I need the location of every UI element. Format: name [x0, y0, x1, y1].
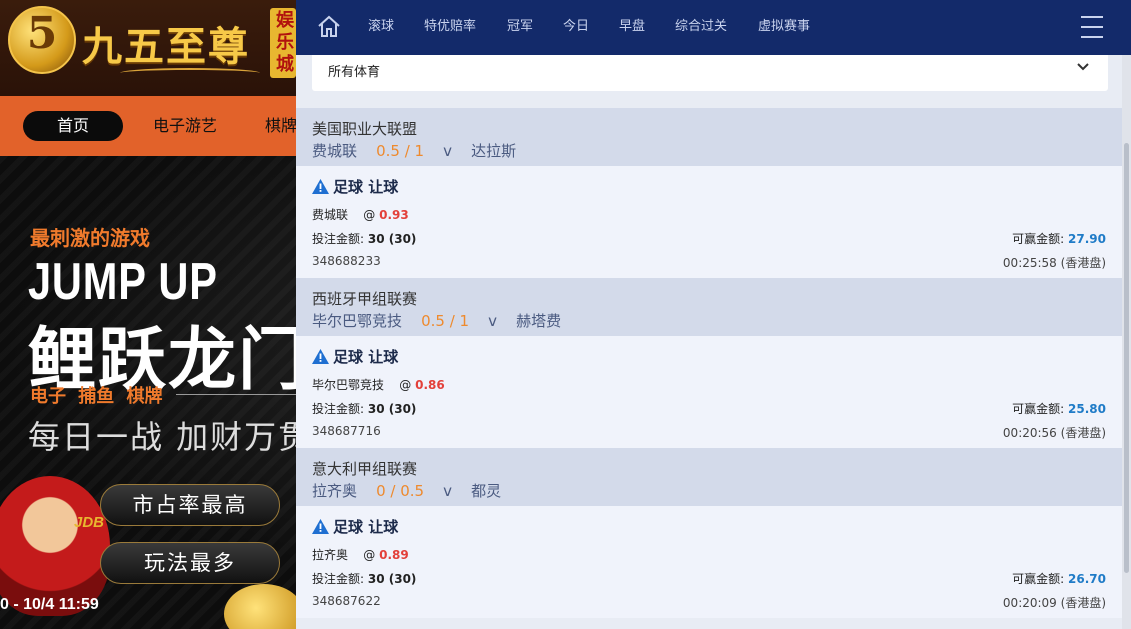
home-team: 毕尔巴鄂竞技	[312, 312, 403, 330]
win-amount: 可赢金额: 27.90	[1012, 232, 1106, 246]
away-team: 赫塔费	[516, 312, 562, 330]
home-team: 费城联	[312, 142, 358, 160]
win-amount: 可赢金额: 26.70	[1012, 572, 1106, 586]
home-team: 拉齐奥	[312, 482, 358, 500]
match-line: 毕尔巴鄂竞技 0.5 / 1 v 赫塔费	[312, 310, 561, 331]
bet-list-scrollbar[interactable]	[1122, 55, 1131, 629]
logo-text: 九五至尊	[82, 23, 250, 70]
handicap: 0.5 / 1	[376, 142, 425, 160]
banner-pill-market-share: 市占率最高	[100, 484, 280, 526]
panel-topbar: 滚球 特优赔率 冠军 今日 早盘 综合过关 虚拟赛事	[296, 0, 1131, 55]
versus: v	[443, 482, 453, 500]
stake-amount: 投注金额: 30 (30)	[312, 402, 417, 416]
banner-date: 0 - 10/4 11:59	[0, 596, 99, 613]
stake-amount: 投注金额: 30 (30)	[312, 572, 417, 586]
sport-filter-value: 所有体育	[328, 65, 381, 80]
bet-item: 意大利甲组联赛 拉齐奥 0 / 0.5 v 都灵 足球 让球 拉齐奥 @ 0.8…	[296, 448, 1122, 618]
bet-pick: 费城联 @ 0.93	[312, 208, 409, 222]
scrollbar-thumb[interactable]	[1124, 143, 1129, 573]
logo-badge-icon: 5	[8, 6, 76, 74]
home-icon[interactable]	[316, 14, 342, 40]
bet-details: 足球 让球 费城联 @ 0.93 投注金额: 30 (30) 可赢金额: 27.…	[296, 166, 1122, 278]
bet-time: 00:20:56 (香港盘)	[1002, 426, 1106, 440]
win-amount: 可赢金额: 25.80	[1012, 402, 1106, 416]
banner-categories: 电子 捕鱼 棋牌	[30, 386, 163, 407]
versus: v	[443, 142, 453, 160]
sport-filter-select[interactable]: 所有体育	[312, 55, 1108, 91]
chevron-down-icon	[1076, 59, 1090, 73]
bet-reference: 348687622	[312, 594, 381, 608]
odds-value: 0.89	[379, 548, 409, 562]
match-line: 拉齐奥 0 / 0.5 v 都灵	[312, 480, 501, 501]
warning-icon	[312, 349, 329, 364]
banner-slogan: 最刺激的游戏	[30, 226, 150, 250]
tab-today[interactable]: 今日	[563, 17, 589, 37]
nav-item-chess-cards[interactable]: 棋牌	[265, 111, 297, 141]
away-team: 都灵	[471, 482, 502, 500]
league-name: 意大利甲组联赛	[312, 460, 418, 478]
warning-icon	[312, 179, 329, 194]
match-line: 费城联 0.5 / 1 v 达拉斯	[312, 140, 516, 161]
odds-value: 0.93	[379, 208, 409, 222]
bet-time: 00:20:09 (香港盘)	[1002, 596, 1106, 610]
away-team: 达拉斯	[471, 142, 517, 160]
nav-item-electronic-games[interactable]: 电子游艺	[153, 111, 217, 141]
jdb-logo: JDB	[74, 514, 105, 531]
handicap: 0 / 0.5	[376, 482, 425, 500]
logo-tag: 娱乐城	[270, 8, 296, 78]
bet-details: 足球 让球 拉齐奥 @ 0.89 投注金额: 30 (30) 可赢金额: 26.…	[296, 506, 1122, 618]
banner-pill-most-play: 玩法最多	[100, 542, 280, 584]
bet-header: 美国职业大联盟 费城联 0.5 / 1 v 达拉斯	[296, 108, 1122, 166]
league-name: 西班牙甲组联赛	[312, 290, 418, 308]
bet-header: 西班牙甲组联赛 毕尔巴鄂竞技 0.5 / 1 v 赫塔费	[296, 278, 1122, 336]
bet-item: 西班牙甲组联赛 毕尔巴鄂竞技 0.5 / 1 v 赫塔费 足球 让球 毕尔巴鄂竞…	[296, 278, 1122, 448]
bet-type: 足球 让球	[312, 176, 398, 197]
bet-reference: 348687716	[312, 424, 381, 438]
tab-early[interactable]: 早盘	[619, 17, 645, 37]
bet-panel: 滚球 特优赔率 冠军 今日 早盘 综合过关 虚拟赛事 所有体育 美国职业大联盟 …	[296, 0, 1131, 629]
banner-headline-en: JUMP UP	[28, 253, 218, 311]
bet-pick: 毕尔巴鄂竞技 @ 0.86	[312, 378, 445, 392]
bet-list[interactable]: 所有体育 美国职业大联盟 费城联 0.5 / 1 v 达拉斯 足球 让球 费城联…	[296, 55, 1131, 629]
hamburger-menu-icon[interactable]	[1081, 16, 1105, 38]
bet-time: 00:25:58 (香港盘)	[1002, 256, 1106, 270]
tab-special-odds[interactable]: 特优赔率	[424, 17, 476, 37]
warning-icon	[312, 519, 329, 534]
odds-value: 0.86	[415, 378, 445, 392]
tab-live[interactable]: 滚球	[368, 17, 394, 37]
banner-subline: 每日一战 加财万贯	[28, 418, 313, 456]
bet-type: 足球 让球	[312, 346, 398, 367]
mascot-image	[0, 476, 110, 616]
versus: v	[488, 312, 498, 330]
tab-virtual[interactable]: 虚拟赛事	[758, 17, 810, 37]
tab-parlay[interactable]: 综合过关	[675, 17, 727, 37]
tab-outright[interactable]: 冠军	[507, 17, 533, 37]
stake-amount: 投注金额: 30 (30)	[312, 232, 417, 246]
bet-item: 美国职业大联盟 费城联 0.5 / 1 v 达拉斯 足球 让球 费城联 @ 0.…	[296, 108, 1122, 278]
logo-flourish	[120, 68, 260, 78]
bet-reference: 348688233	[312, 254, 381, 268]
bet-details: 足球 让球 毕尔巴鄂竞技 @ 0.86 投注金额: 30 (30) 可赢金额: …	[296, 336, 1122, 448]
bet-type: 足球 让球	[312, 516, 398, 537]
bet-header: 意大利甲组联赛 拉齐奥 0 / 0.5 v 都灵	[296, 448, 1122, 506]
nav-item-home[interactable]: 首页	[23, 111, 123, 141]
handicap: 0.5 / 1	[421, 312, 470, 330]
league-name: 美国职业大联盟	[312, 120, 418, 138]
bet-pick: 拉齐奥 @ 0.89	[312, 548, 409, 562]
